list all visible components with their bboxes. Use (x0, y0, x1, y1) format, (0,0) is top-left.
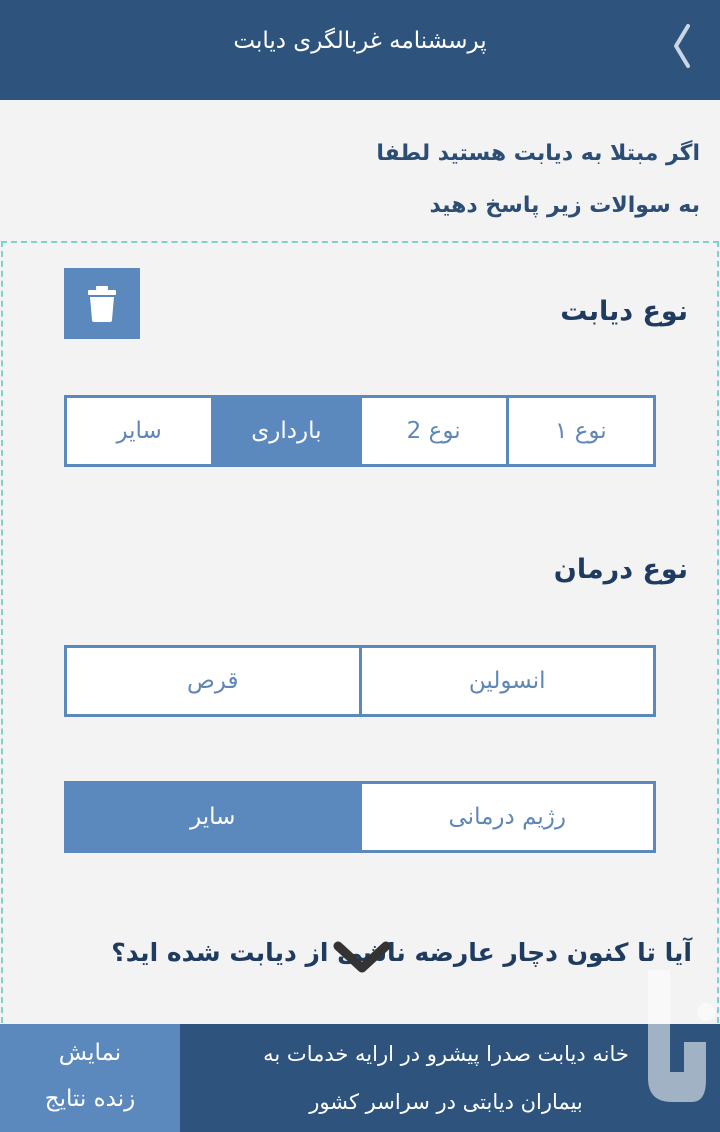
chevron-left-icon (674, 24, 690, 68)
option-other-type[interactable]: سایر (67, 398, 211, 464)
live-results-line-1: نمایش (58, 1040, 122, 1066)
questionnaire-card (1, 241, 719, 1033)
option-type-2[interactable]: نوع 2 (358, 398, 506, 464)
page-title: پرسشنامه غربالگری دیابت (233, 28, 487, 54)
option-type-1[interactable]: نوع ۱ (505, 398, 653, 464)
treatment-selector-row-2: رژیم درمانی سایر (64, 781, 656, 853)
intro-line-2: به سوالات زیر پاسخ دهید (429, 193, 700, 218)
delete-button[interactable] (64, 268, 140, 339)
diabetes-type-title: نوع دیابت (560, 296, 688, 327)
store-watermark-icon (626, 970, 715, 1102)
option-pill[interactable]: قرص (67, 648, 359, 714)
expand-button[interactable] (332, 938, 392, 978)
trash-icon (88, 285, 116, 322)
option-insulin[interactable]: انسولین (358, 648, 654, 714)
diabetes-type-selector: نوع ۱ نوع 2 بارداری سایر (64, 395, 656, 467)
live-results-button[interactable]: نمایش زنده نتایج (0, 1024, 180, 1132)
live-results-line-2: زنده نتایج (44, 1086, 136, 1112)
option-other-treatment[interactable]: سایر (67, 784, 359, 850)
treatment-selector-row-1: انسولین قرص (64, 645, 656, 717)
intro-line-1: اگر مبتلا به دیابت هستید لطفا (376, 141, 700, 166)
treatment-type-title: نوع درمان (553, 554, 688, 585)
chevron-down-icon (333, 941, 391, 973)
option-diet[interactable]: رژیم درمانی (358, 784, 654, 850)
back-button[interactable] (664, 22, 698, 70)
option-gestational[interactable]: بارداری (211, 398, 359, 464)
intro-text: اگر مبتلا به دیابت هستید لطفا به سوالات … (40, 128, 700, 232)
